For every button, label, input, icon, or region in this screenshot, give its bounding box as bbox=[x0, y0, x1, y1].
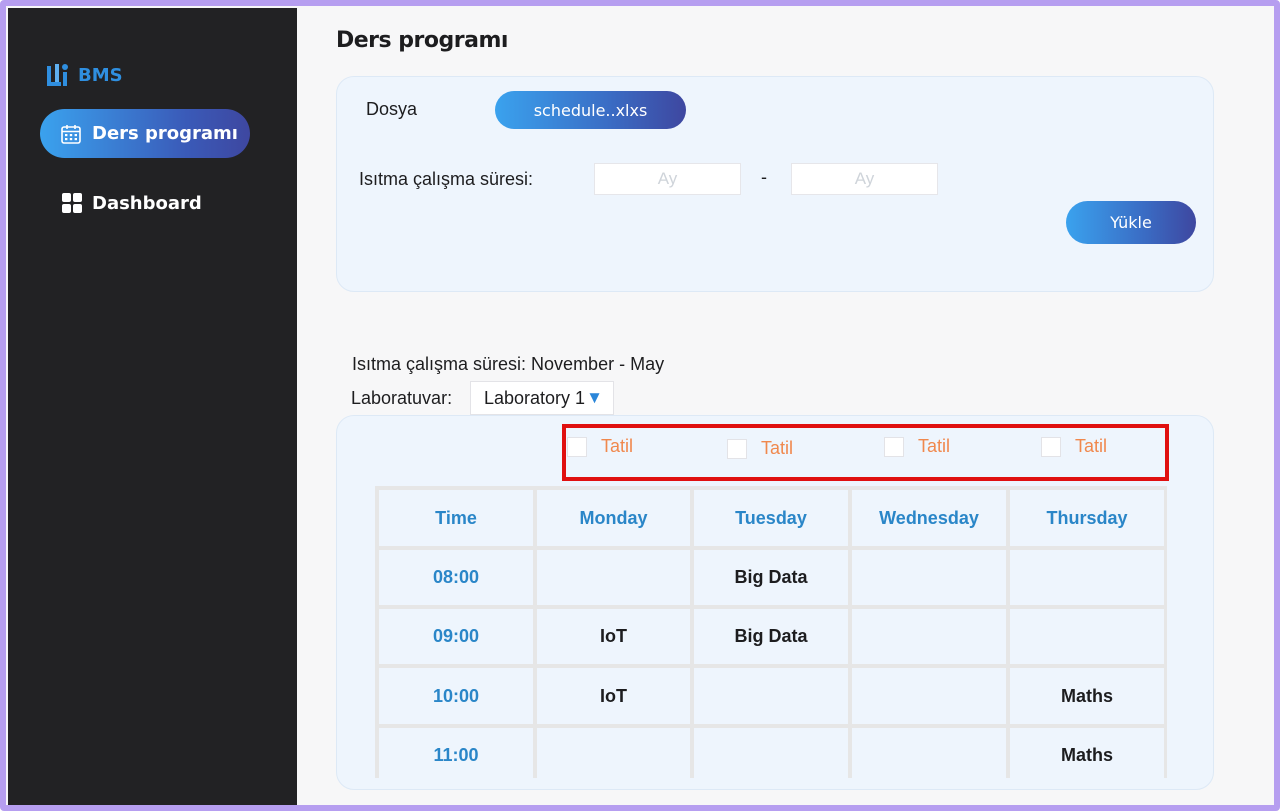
schedule-cell[interactable] bbox=[1010, 609, 1164, 664]
column-header: Time bbox=[379, 490, 533, 546]
checkbox[interactable] bbox=[1041, 436, 1061, 457]
schedule-card: Tatil Tatil Tatil Tatil Time Monday Tues… bbox=[336, 415, 1214, 790]
sidebar-item-label: Dashboard bbox=[92, 192, 202, 214]
schedule-cell[interactable]: Maths bbox=[1010, 728, 1164, 783]
caret-down-icon: ▼ bbox=[586, 388, 603, 407]
schedule-cell[interactable] bbox=[537, 550, 690, 605]
time-cell: 11:00 bbox=[379, 728, 533, 783]
lab-label: Laboratuvar: bbox=[351, 388, 453, 408]
heating-period-text: Isıtma çalışma süresi: November - May bbox=[352, 354, 665, 374]
holiday-checkbox-thursday[interactable]: Tatil bbox=[1041, 436, 1107, 457]
file-label: Dosya bbox=[366, 99, 418, 119]
upload-button[interactable]: Yükle bbox=[1066, 201, 1196, 244]
sidebar-item-dashboard[interactable]: Dashboard bbox=[61, 192, 202, 214]
upload-card: Dosya schedule..xlxs Isıtma çalışma süre… bbox=[336, 76, 1214, 292]
checkbox[interactable] bbox=[567, 436, 587, 457]
sidebar-item-ders-programi[interactable]: Ders programı bbox=[40, 109, 250, 158]
column-header: Thursday bbox=[1010, 490, 1164, 546]
holiday-label: Tatil bbox=[761, 438, 794, 458]
time-cell: 10:00 bbox=[379, 668, 533, 724]
holiday-label: Tatil bbox=[918, 436, 951, 456]
column-header: Tuesday bbox=[694, 490, 848, 546]
brand-logo[interactable]: BMS bbox=[46, 62, 123, 88]
schedule-table: Time Monday Tuesday Wednesday Thursday 0… bbox=[375, 486, 1167, 783]
schedule-cell[interactable] bbox=[1010, 550, 1164, 605]
range-separator: - bbox=[761, 167, 767, 187]
holiday-label: Tatil bbox=[601, 436, 634, 456]
checkbox[interactable] bbox=[727, 438, 747, 459]
schedule-cell[interactable]: IoT bbox=[537, 609, 690, 664]
checkbox[interactable] bbox=[884, 436, 904, 457]
schedule-cell[interactable] bbox=[852, 668, 1006, 724]
calendar-icon bbox=[61, 124, 81, 144]
start-month-input[interactable] bbox=[594, 163, 741, 195]
schedule-cell[interactable]: Maths bbox=[1010, 668, 1164, 724]
schedule-cell[interactable]: IoT bbox=[537, 668, 690, 724]
column-header: Monday bbox=[537, 490, 690, 546]
grid-icon bbox=[62, 193, 82, 213]
holiday-checkbox-wednesday[interactable]: Tatil bbox=[884, 436, 950, 457]
holiday-label: Tatil bbox=[1075, 436, 1108, 456]
end-month-input[interactable] bbox=[791, 163, 938, 195]
lab-select[interactable]: Laboratory 1 ▼ bbox=[470, 381, 614, 415]
sidebar: BMS Ders programı Dashboard bbox=[8, 8, 297, 805]
file-select-button[interactable]: schedule..xlxs bbox=[495, 91, 686, 129]
schedule-cell[interactable]: Big Data bbox=[694, 550, 848, 605]
schedule-cell[interactable] bbox=[694, 668, 848, 724]
brand-name: BMS bbox=[78, 64, 123, 86]
holiday-checkbox-tuesday[interactable]: Tatil bbox=[727, 438, 793, 459]
logo-icon bbox=[47, 64, 68, 86]
main-content: Ders programı Dosya schedule..xlxs Isıtm… bbox=[297, 6, 1274, 805]
time-cell: 09:00 bbox=[379, 609, 533, 664]
page-title: Ders programı bbox=[336, 28, 508, 53]
schedule-cell[interactable] bbox=[537, 728, 690, 783]
period-label: Isıtma çalışma süresi: bbox=[359, 169, 534, 189]
schedule-cell[interactable] bbox=[852, 609, 1006, 664]
schedule-cell[interactable] bbox=[852, 550, 1006, 605]
app-frame: BMS Ders programı Dashboard Ders program… bbox=[0, 0, 1280, 811]
schedule-cell[interactable] bbox=[694, 728, 848, 783]
schedule-cell[interactable]: Big Data bbox=[694, 609, 848, 664]
sidebar-item-label: Ders programı bbox=[92, 123, 238, 144]
lab-select-value: Laboratory 1 bbox=[484, 387, 586, 408]
column-header: Wednesday bbox=[852, 490, 1006, 546]
time-cell: 08:00 bbox=[379, 550, 533, 605]
schedule-cell[interactable] bbox=[852, 728, 1006, 783]
holiday-checkbox-monday[interactable]: Tatil bbox=[567, 436, 633, 457]
